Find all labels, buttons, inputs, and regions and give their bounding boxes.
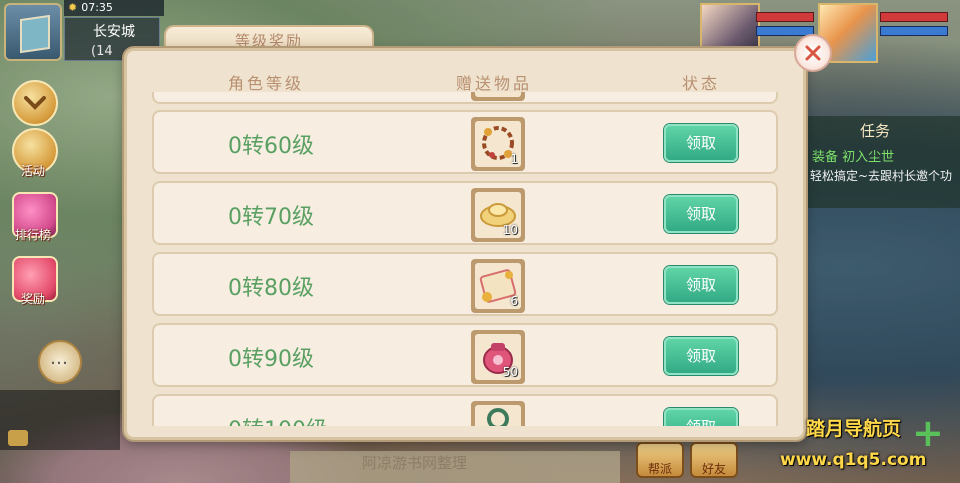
reward-list[interactable]: 0转60级 1 领取 0转70级 10 领取 0转80级 6 领取 0转90级 … xyxy=(152,92,780,430)
reward-row: 0转80级 6 领取 xyxy=(152,252,778,316)
friends-button[interactable]: 好友 xyxy=(690,442,738,478)
list-bottom-edge xyxy=(152,426,780,432)
activity-label: 活动 xyxy=(20,164,45,178)
item-count: 1 xyxy=(510,152,518,166)
column-header-gift: 赠送物品 xyxy=(456,74,533,93)
device-status-bar: ✹ 07:35 xyxy=(64,0,164,16)
item-slot xyxy=(471,92,525,101)
quest-description: 轻松搞定~去跟村长邀个功 xyxy=(810,169,953,183)
item-slot[interactable]: 1 xyxy=(471,117,525,171)
row-level: 0转90级 xyxy=(228,347,314,372)
row-level: 0转80级 xyxy=(228,276,314,301)
world-map-button[interactable] xyxy=(4,3,62,61)
reward-label: 奖励 xyxy=(20,292,45,306)
reward-row: 0转70级 10 领取 xyxy=(152,181,778,245)
friends-label: 好友 xyxy=(701,462,726,476)
city-coordinates: (14 xyxy=(91,44,113,59)
reward-row-partial xyxy=(152,92,778,104)
plus-icon[interactable]: + xyxy=(912,414,944,452)
player-mp-bar xyxy=(880,26,948,36)
collapse-menu-button[interactable] xyxy=(12,80,58,126)
item-slot[interactable]: 6 xyxy=(471,259,525,313)
guild-label: 帮派 xyxy=(647,462,672,476)
claim-button[interactable]: 领取 xyxy=(664,266,738,304)
item-count: 10 xyxy=(502,223,518,237)
quest-name: 装备 初入尘世 xyxy=(812,150,895,165)
site-name-watermark: 踏月导航页 xyxy=(806,418,902,440)
row-level: 0转60级 xyxy=(228,134,314,159)
row-level: 0转70级 xyxy=(228,205,314,230)
ally-hp-bar xyxy=(756,12,814,22)
close-icon xyxy=(805,45,821,61)
close-button[interactable] xyxy=(794,34,832,72)
item-count: 50 xyxy=(502,365,518,379)
clock-time: 07:35 xyxy=(81,1,113,14)
item-count: 6 xyxy=(510,294,518,308)
chevron-down-icon xyxy=(24,96,46,110)
settings-gear-icon[interactable]: ✹ xyxy=(68,1,77,14)
ranking-label: 排行榜 xyxy=(14,228,51,242)
chat-log-panel[interactable] xyxy=(0,390,120,450)
claim-button[interactable]: 领取 xyxy=(664,337,738,375)
credit-watermark: 阿凉游书网整理 xyxy=(362,454,468,472)
quest-title: 任务 xyxy=(860,122,891,140)
reward-row: 0转60级 1 领取 xyxy=(152,110,778,174)
mail-icon[interactable] xyxy=(8,430,28,446)
reward-row: 0转90级 50 领取 xyxy=(152,323,778,387)
column-header-level: 角色等级 xyxy=(228,74,305,93)
item-slot[interactable]: 50 xyxy=(471,330,525,384)
claim-button[interactable]: 领取 xyxy=(664,195,738,233)
player-hp-bar xyxy=(880,12,948,22)
chat-bubble-button[interactable] xyxy=(38,340,82,384)
city-name: 长安城 xyxy=(93,24,135,40)
claim-button[interactable]: 领取 xyxy=(664,124,738,162)
item-slot[interactable]: 10 xyxy=(471,188,525,242)
reward-row: 0转100级 领取 xyxy=(152,394,778,430)
column-header-status: 状态 xyxy=(682,74,721,93)
quest-tracker[interactable]: 任务 装备 初入尘世 轻松搞定~去跟村长邀个功 xyxy=(806,116,960,208)
guild-button[interactable]: 帮派 xyxy=(636,442,684,478)
site-url-watermark: www.q1q5.com xyxy=(780,450,927,470)
